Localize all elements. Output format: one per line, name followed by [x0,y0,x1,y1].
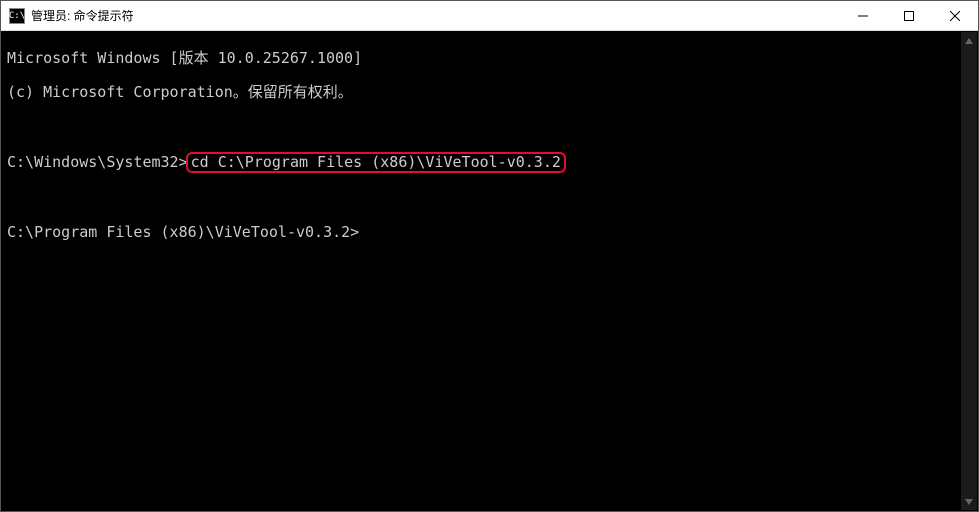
scroll-down-button[interactable] [961,493,977,510]
highlighted-command: cd C:\Program Files (x86)\ViVeTool-v0.3.… [186,152,566,173]
title-left: C:\ 管理员: 命令提示符 [9,7,134,24]
blank-line [7,118,974,135]
close-button[interactable] [932,1,978,30]
output-line: (c) Microsoft Corporation。保留所有权利。 [7,84,974,101]
minimize-button[interactable] [840,1,886,30]
blank-line [7,190,974,207]
window-title: 管理员: 命令提示符 [31,7,134,24]
close-icon [950,11,960,21]
cmd-icon: C:\ [9,8,25,24]
scrollbar-track[interactable] [961,49,977,493]
maximize-button[interactable] [886,1,932,30]
scroll-up-button[interactable] [961,32,977,49]
minimize-icon [858,11,868,21]
chevron-down-icon [965,499,973,505]
window-controls [840,1,978,30]
output-line: Microsoft Windows [版本 10.0.25267.1000] [7,50,974,67]
vertical-scrollbar[interactable] [961,32,977,510]
chevron-up-icon [965,38,973,44]
prompt-line: C:\Program Files (x86)\ViVeTool-v0.3.2> [7,224,974,241]
prompt-line: C:\Windows\System32>cd C:\Program Files … [7,152,974,173]
prompt-path: C:\Windows\System32> [7,153,188,171]
command-prompt-window: C:\ 管理员: 命令提示符 Microsoft Windows [版本 10.… [0,0,979,512]
maximize-icon [904,11,914,21]
terminal-area[interactable]: Microsoft Windows [版本 10.0.25267.1000] (… [1,31,978,511]
titlebar[interactable]: C:\ 管理员: 命令提示符 [1,1,978,31]
